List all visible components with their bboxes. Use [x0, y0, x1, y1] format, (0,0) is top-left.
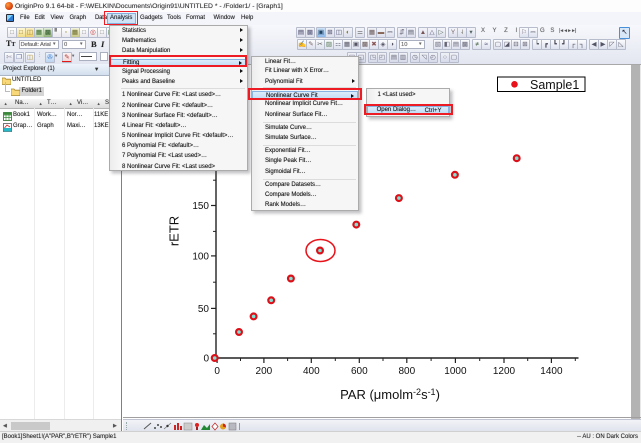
svg-text:200: 200 — [255, 366, 272, 377]
svg-text:400: 400 — [302, 366, 319, 377]
svg-text:0: 0 — [203, 354, 209, 365]
svg-text:50: 50 — [197, 304, 209, 315]
svg-text:600: 600 — [350, 366, 367, 377]
svg-text:150: 150 — [192, 201, 209, 212]
svg-text:0: 0 — [214, 366, 220, 377]
svg-text:100: 100 — [192, 251, 209, 262]
svg-text:rETR: rETR — [166, 216, 181, 246]
svg-text:1000: 1000 — [444, 366, 467, 377]
svg-text:Sample1: Sample1 — [530, 78, 579, 92]
svg-text:1400: 1400 — [540, 366, 563, 377]
svg-text:1200: 1200 — [492, 366, 515, 377]
svg-text:PAR (μmolm-2s-1): PAR (μmolm-2s-1) — [340, 387, 440, 402]
svg-text:800: 800 — [398, 366, 415, 377]
